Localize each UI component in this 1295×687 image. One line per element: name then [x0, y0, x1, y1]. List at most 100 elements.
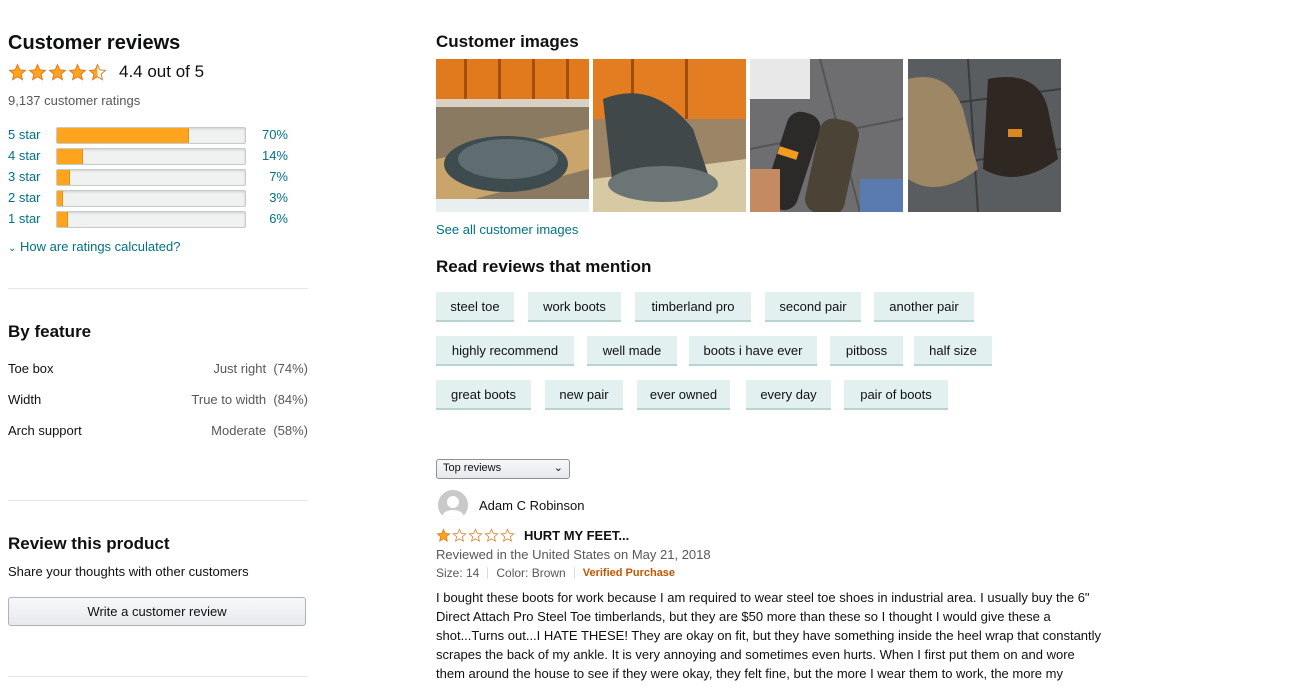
- histogram-bar[interactable]: [56, 127, 246, 144]
- feature-value-percent: (84%): [273, 392, 308, 407]
- mention-chip[interactable]: highly recommend: [436, 336, 574, 366]
- mention-chip[interactable]: steel toe: [436, 292, 514, 322]
- customer-images-title: Customer images: [436, 32, 579, 51]
- see-all-images-link[interactable]: See all customer images: [436, 222, 578, 237]
- customer-image-4[interactable]: [908, 59, 1061, 212]
- star-icon: [452, 528, 467, 542]
- mention-chip[interactable]: pair of boots: [844, 380, 948, 410]
- divider: [8, 676, 308, 677]
- mention-chip[interactable]: work boots: [528, 292, 621, 322]
- feature-value: True to width (84%): [191, 392, 308, 407]
- write-review-button[interactable]: Write a customer review: [8, 597, 306, 626]
- star-icon: [500, 528, 515, 542]
- feature-value-percent: (74%): [273, 361, 308, 376]
- mention-chip[interactable]: every day: [746, 380, 831, 410]
- mention-chip[interactable]: timberland pro: [635, 292, 751, 322]
- histogram-row[interactable]: 2 star 3%: [8, 190, 308, 207]
- mention-chip[interactable]: great boots: [436, 380, 531, 410]
- chevron-down-icon: ⌄: [553, 462, 563, 474]
- histogram-bar-fill: [57, 149, 84, 164]
- how-calculated-label: How are ratings calculated?: [20, 239, 181, 254]
- star-icon: [88, 62, 107, 81]
- review-product-title: Review this product: [8, 534, 170, 553]
- mention-chip[interactable]: second pair: [765, 292, 861, 322]
- review-color: Color: Brown: [496, 566, 566, 580]
- feature-value: Just right (74%): [213, 361, 308, 376]
- feature-name: Toe box: [8, 361, 54, 376]
- mention-chip[interactable]: well made: [587, 336, 677, 366]
- divider: [8, 500, 308, 501]
- feature-value: Moderate (58%): [211, 423, 308, 438]
- histogram-percent[interactable]: 70%: [262, 127, 288, 142]
- verified-purchase-badge: Verified Purchase: [582, 567, 676, 579]
- chevron-down-icon: ⌄: [8, 243, 17, 254]
- mention-chip[interactable]: new pair: [545, 380, 623, 410]
- star-icon: [484, 528, 499, 542]
- customer-image-2[interactable]: [593, 59, 746, 212]
- histogram-percent[interactable]: 3%: [269, 190, 288, 205]
- rating-text: 4.4 out of 5: [119, 62, 205, 81]
- divider: [487, 567, 489, 579]
- review-date: Reviewed in the United States on May 21,…: [436, 547, 711, 562]
- mention-title: Read reviews that mention: [436, 257, 652, 276]
- histogram-bar-fill: [57, 191, 63, 206]
- histogram-percent[interactable]: 14%: [262, 148, 288, 163]
- histogram-percent[interactable]: 6%: [269, 211, 288, 226]
- histogram-bar-fill: [57, 128, 189, 143]
- histogram-label[interactable]: 5 star: [8, 127, 41, 142]
- histogram-row[interactable]: 1 star 6%: [8, 211, 308, 228]
- customer-reviews-title: Customer reviews: [8, 32, 181, 54]
- mention-chip[interactable]: ever owned: [637, 380, 730, 410]
- histogram-label[interactable]: 1 star: [8, 211, 41, 226]
- mention-chip[interactable]: another pair: [874, 292, 974, 322]
- star-icon: [436, 528, 451, 542]
- star-icon: [68, 62, 87, 81]
- review-title[interactable]: HURT MY FEET...: [524, 528, 629, 543]
- review-body: I bought these boots for work because I …: [436, 588, 1116, 683]
- user-icon: [442, 496, 464, 520]
- customer-image-3[interactable]: [750, 59, 903, 212]
- histogram-bar-fill: [57, 212, 69, 227]
- review-stars-icon: [436, 528, 515, 543]
- histogram-bar[interactable]: [56, 169, 246, 186]
- histogram-row[interactable]: 3 star 7%: [8, 169, 308, 186]
- review-body-line: I bought these boots for work because I …: [436, 590, 1090, 605]
- feature-name: Arch support: [8, 423, 82, 438]
- avatar: [438, 490, 468, 520]
- divider: [8, 288, 308, 289]
- by-feature-title: By feature: [8, 322, 92, 341]
- histogram-bar-fill: [57, 170, 71, 185]
- customer-image-1[interactable]: [436, 59, 589, 212]
- total-ratings: 9,137 customer ratings: [8, 93, 141, 108]
- mention-chip[interactable]: half size: [914, 336, 992, 366]
- sort-selected-value: Top reviews: [443, 462, 502, 474]
- average-rating: 4.4 out of 5: [8, 62, 204, 82]
- feature-name: Width: [8, 392, 42, 407]
- feature-value-label: True to width: [191, 392, 267, 407]
- star-icon: [28, 62, 47, 81]
- mention-chip[interactable]: pitboss: [830, 336, 903, 366]
- histogram-label[interactable]: 4 star: [8, 148, 41, 163]
- review-body-line: them around the house to see if they wer…: [436, 666, 1063, 681]
- review-product-subtitle: Share your thoughts with other customers: [8, 564, 249, 579]
- histogram-percent[interactable]: 7%: [269, 169, 288, 184]
- how-calculated-link[interactable]: ⌄ How are ratings calculated?: [8, 239, 180, 254]
- mention-chip[interactable]: boots i have ever: [689, 336, 817, 366]
- histogram-label[interactable]: 3 star: [8, 169, 41, 184]
- star-icon: [8, 62, 27, 81]
- star-icon: [468, 528, 483, 542]
- rating-stars-icon: [8, 62, 107, 82]
- histogram-label[interactable]: 2 star: [8, 190, 41, 205]
- histogram-bar[interactable]: [56, 211, 246, 228]
- review-author[interactable]: Adam C Robinson: [479, 498, 585, 513]
- histogram-bar[interactable]: [56, 190, 246, 207]
- histogram-bar[interactable]: [56, 148, 246, 165]
- feature-value-label: Moderate: [211, 423, 267, 438]
- divider: [573, 567, 575, 579]
- histogram-row[interactable]: 5 star 70%: [8, 127, 308, 144]
- histogram-row[interactable]: 4 star 14%: [8, 148, 308, 165]
- feature-value-label: Just right: [213, 361, 267, 376]
- review-body-line: shot...Turns out...I HATE THESE! They ar…: [436, 628, 1102, 643]
- sort-select[interactable]: Top reviews ⌄: [436, 459, 570, 479]
- review-body-line: scrapes the back of my ankle. It is very…: [436, 647, 1075, 662]
